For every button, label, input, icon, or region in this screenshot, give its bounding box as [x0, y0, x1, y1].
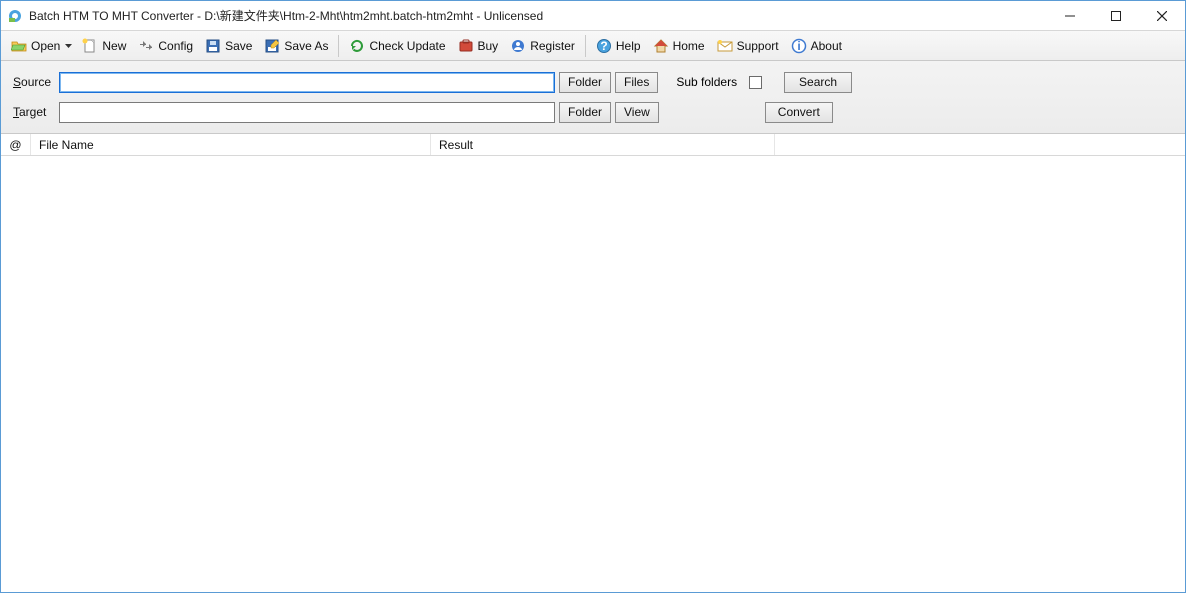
save-icon: [205, 38, 221, 54]
subfolders-checkbox[interactable]: [749, 76, 762, 89]
new-button[interactable]: New: [76, 34, 132, 58]
column-filename[interactable]: File Name: [31, 134, 431, 155]
save-as-icon: [264, 38, 280, 54]
target-label: Target: [13, 105, 55, 119]
new-file-icon: [82, 38, 98, 54]
buy-button[interactable]: Buy: [452, 34, 505, 58]
convert-button[interactable]: Convert: [765, 102, 833, 123]
main-toolbar: Open New Config Save Sa: [1, 31, 1185, 61]
register-label: Register: [530, 39, 575, 53]
chevron-down-icon: [65, 44, 72, 48]
help-label: Help: [616, 39, 641, 53]
about-icon: i: [791, 38, 807, 54]
buy-label: Buy: [478, 39, 499, 53]
new-label: New: [102, 39, 126, 53]
target-view-button[interactable]: View: [615, 102, 659, 123]
search-button[interactable]: Search: [784, 72, 852, 93]
maximize-button[interactable]: [1093, 1, 1139, 30]
check-update-button[interactable]: Check Update: [343, 34, 451, 58]
source-files-button[interactable]: Files: [615, 72, 658, 93]
config-button[interactable]: Config: [132, 34, 199, 58]
open-dropdown[interactable]: [64, 44, 72, 48]
target-folder-button[interactable]: Folder: [559, 102, 611, 123]
toolbar-separator: [338, 35, 339, 57]
update-icon: [349, 38, 365, 54]
home-button[interactable]: Home: [647, 34, 711, 58]
support-label: Support: [737, 39, 779, 53]
support-button[interactable]: Support: [711, 34, 785, 58]
svg-text:i: i: [797, 39, 800, 53]
close-button[interactable]: [1139, 1, 1185, 30]
register-icon: [510, 38, 526, 54]
buy-icon: [458, 38, 474, 54]
column-spacer: [775, 134, 1185, 155]
minimize-button[interactable]: [1047, 1, 1093, 30]
app-icon: [7, 8, 23, 24]
paths-panel: Source Folder Files Sub folders Search T…: [1, 61, 1185, 134]
title-bar: Batch HTM TO MHT Converter - D:\新建文件夹\Ht…: [1, 1, 1185, 31]
open-label: Open: [31, 39, 60, 53]
file-list-body[interactable]: [1, 156, 1185, 592]
home-label: Home: [673, 39, 705, 53]
toolbar-separator: [585, 35, 586, 57]
save-label: Save: [225, 39, 252, 53]
register-button[interactable]: Register: [504, 34, 581, 58]
column-result[interactable]: Result: [431, 134, 775, 155]
folder-open-icon: [11, 38, 27, 54]
file-list-header: @ File Name Result: [1, 134, 1185, 156]
source-input[interactable]: [59, 72, 555, 93]
help-icon: ?: [596, 38, 612, 54]
check-update-label: Check Update: [369, 39, 445, 53]
home-icon: [653, 38, 669, 54]
help-button[interactable]: ? Help: [590, 34, 647, 58]
source-folder-button[interactable]: Folder: [559, 72, 611, 93]
subfolders-label: Sub folders: [676, 75, 737, 89]
save-as-label: Save As: [284, 39, 328, 53]
window-title: Batch HTM TO MHT Converter - D:\新建文件夹\Ht…: [29, 7, 543, 24]
source-row: Source Folder Files Sub folders Search: [13, 71, 1173, 93]
target-input[interactable]: [59, 102, 555, 123]
support-icon: [717, 38, 733, 54]
svg-text:?: ?: [600, 39, 607, 53]
column-at[interactable]: @: [1, 134, 31, 155]
source-label: Source: [13, 75, 55, 89]
target-row: Target Folder View Convert: [13, 101, 1173, 123]
config-label: Config: [158, 39, 193, 53]
about-button[interactable]: i About: [785, 34, 848, 58]
config-icon: [138, 38, 154, 54]
about-label: About: [811, 39, 842, 53]
save-button[interactable]: Save: [199, 34, 258, 58]
open-button[interactable]: Open: [5, 34, 66, 58]
save-as-button[interactable]: Save As: [258, 34, 334, 58]
